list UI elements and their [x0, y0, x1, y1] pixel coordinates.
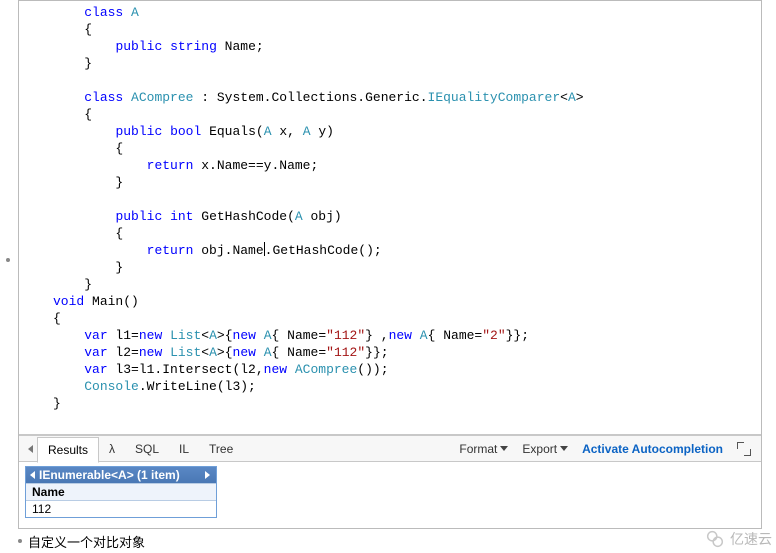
expand-icon[interactable]: [205, 471, 210, 479]
chevron-down-icon: [560, 446, 568, 451]
collapse-icon[interactable]: [30, 471, 35, 479]
tab-results[interactable]: Results: [37, 437, 99, 463]
fullscreen-icon[interactable]: [737, 442, 751, 456]
caption-text: 自定义一个对比对象: [28, 532, 145, 551]
result-type-label: IEnumerable<A> (1 item): [39, 468, 180, 482]
results-panel: IEnumerable<A> (1 item) Name 112: [19, 462, 761, 528]
tab-il[interactable]: IL: [169, 436, 199, 461]
tab-nav-left[interactable]: [23, 436, 37, 461]
format-menu[interactable]: Format: [459, 442, 508, 456]
code-editor[interactable]: class A { public string Name; } class AC…: [19, 1, 761, 434]
result-table-header: IEnumerable<A> (1 item): [26, 467, 216, 483]
chevron-down-icon: [500, 446, 508, 451]
tab-tree[interactable]: Tree: [199, 436, 243, 461]
export-menu[interactable]: Export: [522, 442, 568, 456]
result-column-header[interactable]: Name: [26, 483, 216, 500]
watermark-text: 亿速云: [730, 529, 772, 549]
editor-frame: class A { public string Name; } class AC…: [18, 0, 762, 529]
result-cell[interactable]: 112: [26, 500, 216, 517]
result-table: IEnumerable<A> (1 item) Name 112: [25, 466, 217, 518]
tab-lambda[interactable]: λ: [99, 436, 125, 461]
activate-autocompletion-link[interactable]: Activate Autocompletion: [582, 442, 723, 456]
watermark-logo-icon: [704, 528, 726, 550]
results-tabs: Results λ SQL IL Tree Format Export Acti…: [19, 436, 761, 462]
watermark: 亿速云: [704, 528, 772, 550]
tab-sql[interactable]: SQL: [125, 436, 169, 461]
caption: 自定义一个对比对象: [18, 530, 145, 552]
